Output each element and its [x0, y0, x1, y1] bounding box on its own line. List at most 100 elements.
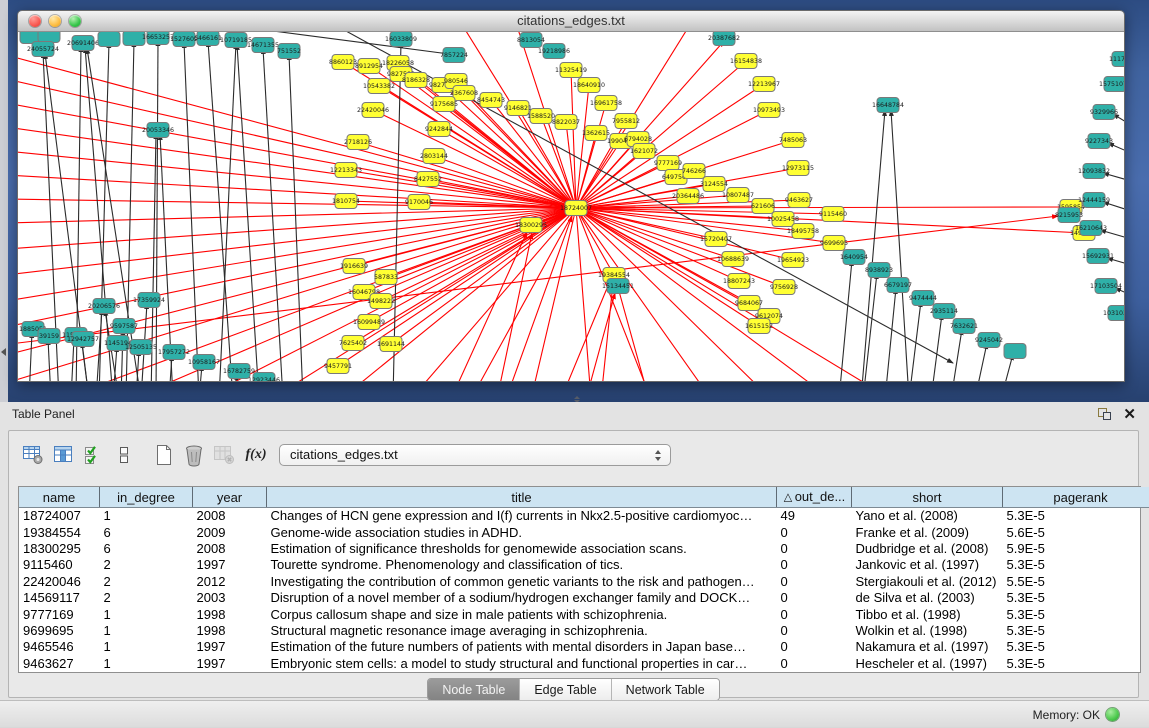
graph-node[interactable]: 7632621 [950, 319, 978, 334]
graph-node[interactable]: 17957272 [158, 345, 190, 360]
table-cell[interactable]: 5.3E-5 [1003, 606, 1149, 622]
table-cell[interactable]: Investigating the contribution of common… [267, 574, 777, 590]
table-cell[interactable]: 22420046 [19, 574, 100, 590]
graph-node[interactable]: 15692931 [1082, 249, 1114, 264]
table-cell[interactable]: 0 [777, 656, 852, 672]
table-cell[interactable]: Disruption of a novel member of a sodium… [267, 590, 777, 606]
graph-edge[interactable] [861, 110, 885, 382]
graph-edge[interactable] [82, 342, 89, 382]
table-cell[interactable]: 5.3E-5 [1003, 508, 1149, 525]
network-graph-canvas[interactable]: 1872400788601238912954182260589827503818… [18, 32, 1124, 382]
table-cell[interactable]: Franke et al. (2009) [852, 524, 1003, 540]
graph-edge[interactable] [29, 332, 32, 382]
close-panel-icon[interactable]: ✕ [1123, 405, 1136, 423]
table-cell[interactable]: 14569117 [19, 590, 100, 606]
graph-node[interactable]: 15751074 [1099, 77, 1124, 92]
table-row[interactable]: 1456911722003Disruption of a novel membe… [19, 590, 1149, 606]
graph-node[interactable]: 9329966 [1090, 105, 1118, 120]
graph-edge[interactable] [156, 40, 158, 382]
graph-node[interactable]: 8427552 [414, 172, 442, 187]
graph-edge[interactable] [289, 54, 303, 382]
graph-node[interactable]: 16210643 [1075, 221, 1107, 236]
graph-node[interactable]: 9756928 [770, 280, 798, 295]
graph-node[interactable]: 1621072 [630, 144, 658, 159]
graph-node[interactable]: 16961758 [590, 96, 622, 111]
graph-edge[interactable] [393, 42, 401, 382]
table-row[interactable]: 969969511998Structural magnetic resonanc… [19, 623, 1149, 639]
graph-node[interactable]: 16099489 [353, 315, 385, 330]
graph-node[interactable]: 12505135 [125, 340, 157, 355]
graph-node[interactable]: 39159 [38, 329, 60, 344]
graph-node[interactable]: 12973115 [782, 161, 814, 176]
graph-node[interactable] [1004, 344, 1026, 359]
table-cell[interactable]: Jankovic et al. (1997) [852, 557, 1003, 573]
float-panel-icon[interactable] [1098, 408, 1111, 420]
graph-node[interactable]: 7857224 [440, 48, 468, 63]
graph-node[interactable]: 9474444 [909, 291, 937, 306]
column-header-name[interactable]: name [19, 487, 100, 508]
table-cell[interactable]: de Silva et al. (2003) [852, 590, 1003, 606]
memory-status-icon[interactable] [1106, 708, 1119, 721]
graph-node[interactable]: 751552 [277, 44, 301, 59]
graph-edge[interactable] [18, 55, 576, 208]
graph-node[interactable]: 12942757 [67, 332, 99, 347]
graph-node[interactable]: 17103504 [1090, 279, 1122, 294]
graph-node[interactable]: 12093832 [1078, 164, 1110, 179]
graph-edge[interactable] [617, 284, 649, 382]
table-cell[interactable]: 1 [100, 656, 193, 672]
table-cell[interactable]: 5.3E-5 [1003, 557, 1149, 573]
graph-edge[interactable] [271, 208, 576, 382]
graph-node[interactable]: 19654923 [777, 253, 809, 268]
graph-node[interactable]: 2935114 [930, 304, 958, 319]
table-cell[interactable]: 19384554 [19, 524, 100, 540]
graph-edge[interactable] [885, 288, 896, 382]
graph-edge[interactable] [471, 208, 576, 382]
table-row[interactable]: 911546021997Tourette syndrome. Phenomeno… [19, 557, 1149, 573]
graph-node[interactable]: 10310350 [1103, 306, 1124, 321]
table-cell[interactable]: 0 [777, 541, 852, 557]
graph-edge[interactable] [208, 41, 233, 382]
graph-edge[interactable] [411, 208, 576, 382]
table-cell[interactable]: 6 [100, 541, 193, 557]
graph-node[interactable]: 587833 [374, 270, 398, 285]
new-document-icon[interactable] [149, 443, 179, 467]
graph-node[interactable]: 12213967 [748, 77, 780, 92]
table-cell[interactable]: Wolkin et al. (1998) [852, 623, 1003, 639]
table-cell[interactable]: 1997 [193, 639, 267, 655]
table-cell[interactable]: 5.3E-5 [1003, 656, 1149, 672]
table-cell[interactable]: 9777169 [19, 606, 100, 622]
tab-network-table[interactable]: Network Table [611, 679, 719, 700]
graph-node[interactable] [98, 32, 120, 47]
graph-node[interactable]: 16033809 [385, 32, 417, 47]
graph-node[interactable]: 621606 [751, 199, 775, 214]
graph-node[interactable]: 1810754 [332, 194, 360, 209]
graph-edge[interactable] [96, 309, 102, 382]
graph-node[interactable]: 1615152 [745, 319, 773, 334]
table-cell[interactable]: Estimation of the future numbers of pati… [267, 639, 777, 655]
table-selector-dropdown[interactable]: citations_edges.txt [279, 444, 671, 466]
graph-edge[interactable] [18, 208, 576, 223]
clear-selection-icon[interactable] [109, 443, 139, 467]
graph-node[interactable]: 9115460 [819, 207, 847, 222]
tab-node-table[interactable]: Node Table [428, 679, 519, 700]
graph-node[interactable]: 14671355 [247, 38, 279, 53]
table-cell[interactable]: 18300295 [19, 541, 100, 557]
table-row[interactable]: 1830029562008Estimation of significance … [19, 541, 1149, 557]
column-header-title[interactable]: title [267, 487, 777, 508]
table-cell[interactable]: 2009 [193, 524, 267, 540]
graph-node[interactable]: 8860123 [329, 55, 357, 70]
table-cell[interactable]: 1 [100, 606, 193, 622]
table-cell[interactable]: 1997 [193, 656, 267, 672]
graph-node[interactable]: 18300295 [515, 218, 547, 233]
graph-node[interactable]: 20387682 [708, 32, 740, 46]
graph-node[interactable]: 11325419 [555, 63, 587, 78]
show-columns-icon[interactable] [49, 443, 79, 467]
table-cell[interactable]: 1997 [193, 557, 267, 573]
graph-node[interactable]: 1498222 [367, 294, 395, 309]
graph-node[interactable]: 24055724 [27, 42, 59, 57]
graph-node[interactable]: 7625402 [339, 336, 367, 351]
table-cell[interactable]: 9465546 [19, 639, 100, 655]
table-cell[interactable]: Hescheler et al. (1997) [852, 656, 1003, 672]
graph-node[interactable]: 12213343 [330, 163, 362, 178]
table-cell[interactable]: 2003 [193, 590, 267, 606]
